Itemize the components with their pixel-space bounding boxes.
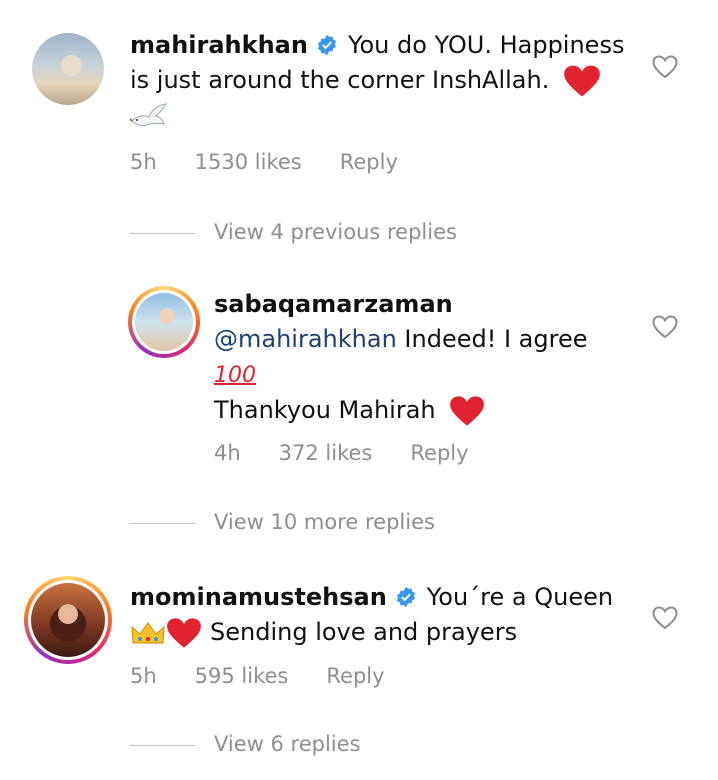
comment-body: mominamustehsan You´re a Queen Sending lo… <box>130 580 650 650</box>
reply-button[interactable]: Reply <box>410 441 468 465</box>
crown-emoji <box>131 622 165 644</box>
divider <box>130 523 196 524</box>
divider <box>130 745 196 746</box>
heart-outline-icon[interactable] <box>652 606 678 630</box>
comment-meta: 5h 1530 likes Reply <box>130 150 436 174</box>
view-previous-replies-link[interactable]: View 4 previous replies <box>214 220 457 244</box>
comment-text-line2: is just around the corner InshAllah. <box>130 66 550 94</box>
likes-count[interactable]: 372 likes <box>279 441 373 465</box>
comment-text-line2: Sending love and prayers <box>210 618 518 646</box>
comment-text: You´re a Queen <box>426 583 614 611</box>
timestamp: 5h <box>130 664 157 688</box>
avatar[interactable] <box>128 286 200 358</box>
username[interactable]: mominamustehsan <box>130 583 387 611</box>
comment-text: Indeed! I agree <box>404 325 588 353</box>
red-heart-emoji <box>167 618 201 648</box>
comment-meta: 4h 372 likes Reply <box>214 441 507 465</box>
verified-badge-icon <box>396 586 415 608</box>
avatar[interactable] <box>32 33 104 105</box>
timestamp: 4h <box>214 441 241 465</box>
view-more-replies-link[interactable]: View 10 more replies <box>214 510 435 534</box>
mention-link[interactable]: @mahirahkhan <box>214 325 397 353</box>
red-heart-emoji <box>564 65 600 97</box>
likes-count[interactable]: 595 likes <box>195 664 289 688</box>
comment-meta: 5h 595 likes Reply <box>130 664 423 688</box>
dove-emoji <box>130 103 168 127</box>
red-heart-emoji <box>450 396 485 426</box>
reply-button[interactable]: Reply <box>340 150 398 174</box>
likes-count[interactable]: 1530 likes <box>195 150 302 174</box>
username[interactable]: mahirahkhan <box>130 31 308 59</box>
timestamp: 5h <box>130 150 157 174</box>
comment-text: You do YOU. Happiness <box>347 31 625 59</box>
view-replies-link[interactable]: View 6 replies <box>214 732 361 756</box>
comment-body: mahirahkhan You do YOU. Happiness is just… <box>130 28 660 133</box>
comment-body: sabaqamarzaman @mahirahkhan Indeed! I ag… <box>214 287 634 428</box>
divider <box>130 233 196 234</box>
verified-badge-icon <box>317 34 337 56</box>
reply-button[interactable]: Reply <box>326 664 384 688</box>
comment-text-line2: Thankyou Mahirah <box>214 396 436 424</box>
username[interactable]: sabaqamarzaman <box>214 290 453 318</box>
hundred-points-emoji: 100 <box>214 363 256 388</box>
heart-outline-icon[interactable] <box>652 315 678 339</box>
heart-outline-icon[interactable] <box>652 55 678 79</box>
avatar[interactable] <box>24 576 112 664</box>
